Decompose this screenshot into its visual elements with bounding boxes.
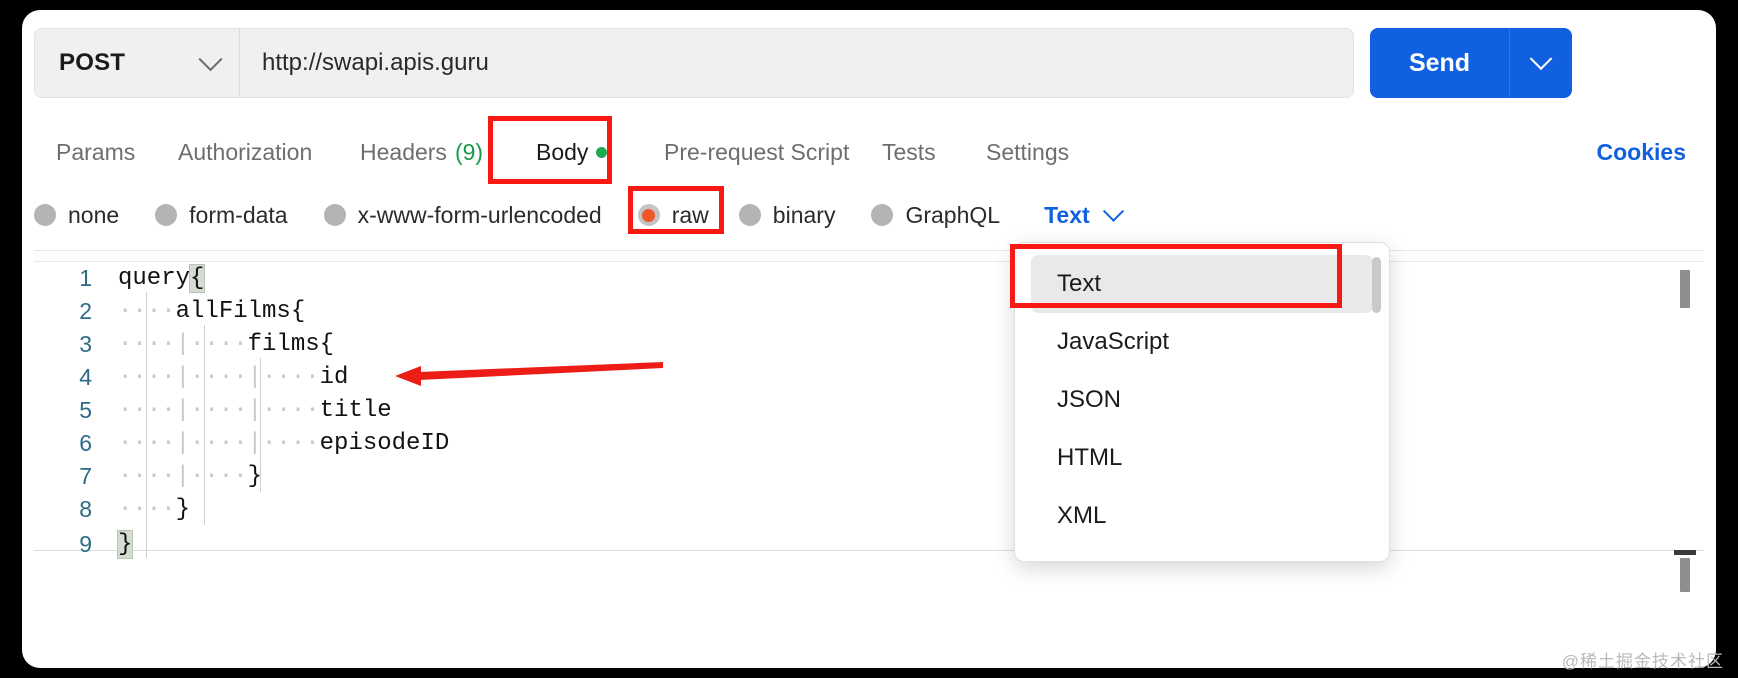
radio-raw[interactable]: raw — [638, 202, 709, 229]
tab-label: Authorization — [178, 139, 312, 166]
menu-scrollbar-thumb[interactable] — [1372, 257, 1381, 313]
menu-item-json[interactable]: JSON — [1031, 371, 1373, 429]
active-tab-underline — [530, 180, 604, 184]
editor-code-area[interactable]: 1 query{ 2 ····allFilms{ 3 ····|····film… — [34, 261, 1704, 616]
line-number: 5 — [34, 397, 118, 424]
radio-label: GraphQL — [905, 202, 1000, 229]
code-line: 3 ····|····films{ — [34, 328, 1704, 361]
headers-count: (9) — [455, 139, 483, 166]
send-options-button[interactable] — [1509, 28, 1572, 98]
chevron-down-icon — [1530, 47, 1553, 70]
tab-pre-request-script[interactable]: Pre-request Script — [664, 122, 849, 182]
menu-item-label: HTML — [1057, 444, 1122, 472]
code-content: ····|····|····episodeID — [118, 430, 449, 457]
http-method-select[interactable]: POST — [35, 29, 240, 97]
menu-item-label: XML — [1057, 502, 1106, 530]
request-body-editor[interactable]: 1 query{ 2 ····allFilms{ 3 ····|····film… — [34, 250, 1704, 616]
radio-form-data[interactable]: form-data — [155, 202, 287, 229]
menu-item-label: JavaScript — [1057, 328, 1169, 356]
code-content: ····|····|····title — [118, 397, 392, 424]
line-number: 2 — [34, 298, 118, 325]
language-dropdown-menu[interactable]: Text JavaScript JSON HTML XML — [1014, 242, 1390, 562]
tab-label: Params — [56, 139, 135, 166]
menu-item-html[interactable]: HTML — [1031, 429, 1373, 487]
code-content: } — [118, 531, 132, 558]
radio-graphql[interactable]: GraphQL — [871, 202, 1000, 229]
code-line: 2 ····allFilms{ — [34, 295, 1704, 328]
line-number: 1 — [34, 265, 118, 292]
menu-item-javascript[interactable]: JavaScript — [1031, 313, 1373, 371]
radio-label: none — [68, 202, 119, 229]
code-content: query{ — [118, 265, 204, 292]
line-number: 7 — [34, 463, 118, 490]
send-button-group: Send — [1370, 28, 1572, 98]
editor-scrollbar-thumb-top[interactable] — [1680, 270, 1690, 308]
radio-icon — [155, 204, 177, 226]
radio-icon-selected — [638, 204, 660, 226]
tab-tests[interactable]: Tests — [882, 122, 936, 182]
code-line: 9 } — [34, 528, 1704, 561]
code-line: 4 ····|····|····id — [34, 361, 1704, 394]
code-line: 5 ····|····|····title — [34, 394, 1704, 427]
radio-icon — [871, 204, 893, 226]
editor-scrollbar-cap — [1674, 550, 1696, 555]
line-number: 9 — [34, 531, 118, 558]
send-button[interactable]: Send — [1370, 28, 1509, 98]
line-number: 4 — [34, 364, 118, 391]
request-url-input[interactable] — [240, 29, 1353, 97]
radio-label: raw — [672, 202, 709, 229]
http-method-label: POST — [59, 49, 125, 77]
code-content: ····allFilms{ — [118, 298, 305, 325]
chevron-down-icon — [1103, 200, 1124, 221]
postman-request-window: POST Send Params Authorization Headers (… — [22, 10, 1716, 668]
menu-item-label: JSON — [1057, 386, 1121, 414]
code-content: ····} — [118, 496, 190, 523]
menu-item-label: Text — [1057, 270, 1101, 298]
request-url-bar: POST — [34, 28, 1354, 98]
radio-icon — [739, 204, 761, 226]
code-content: ····|····|····id — [118, 364, 348, 391]
chevron-down-icon — [198, 47, 222, 71]
code-content: ····|····} — [118, 463, 262, 490]
code-line: 8 ····} — [34, 493, 1704, 526]
line-number: 6 — [34, 430, 118, 457]
radio-label: x-www-form-urlencoded — [358, 202, 602, 229]
watermark: @稀土掘金技术社区 — [1562, 647, 1724, 672]
tab-label: Body — [536, 139, 588, 166]
language-select-trigger[interactable]: Text — [1044, 202, 1121, 229]
code-line: 1 query{ — [34, 262, 1704, 295]
language-select-label: Text — [1044, 202, 1090, 229]
tab-label: Headers — [360, 139, 447, 166]
tab-params[interactable]: Params — [56, 122, 135, 182]
line-number: 8 — [34, 496, 118, 523]
tab-settings[interactable]: Settings — [986, 122, 1069, 182]
tab-label: Pre-request Script — [664, 139, 849, 166]
tab-label: Tests — [882, 139, 936, 166]
radio-label: binary — [773, 202, 836, 229]
green-dot-icon — [596, 147, 607, 158]
tab-authorization[interactable]: Authorization — [178, 122, 312, 182]
cookies-link[interactable]: Cookies — [1597, 122, 1686, 182]
line-number: 3 — [34, 331, 118, 358]
tab-label: Settings — [986, 139, 1069, 166]
code-content: ····|····films{ — [118, 331, 334, 358]
request-tabs: Params Authorization Headers (9) Body Pr… — [34, 122, 1694, 182]
editor-scrollbar-thumb-bottom[interactable] — [1680, 558, 1690, 592]
cursor-brace-highlight: { — [190, 265, 204, 292]
radio-icon — [324, 204, 346, 226]
code-line: 6 ····|····|····episodeID — [34, 427, 1704, 460]
radio-icon — [34, 204, 56, 226]
body-type-radio-group: none form-data x-www-form-urlencoded raw… — [34, 188, 1121, 242]
radio-label: form-data — [189, 202, 287, 229]
cursor-brace-highlight: } — [118, 531, 132, 558]
tab-headers[interactable]: Headers (9) — [360, 122, 483, 182]
radio-none[interactable]: none — [34, 202, 119, 229]
tab-body[interactable]: Body — [536, 122, 607, 182]
radio-x-www-form-urlencoded[interactable]: x-www-form-urlencoded — [324, 202, 602, 229]
radio-binary[interactable]: binary — [739, 202, 836, 229]
code-line: 7 ····|····} — [34, 460, 1704, 493]
menu-item-xml[interactable]: XML — [1031, 487, 1373, 545]
menu-item-text[interactable]: Text — [1031, 255, 1373, 313]
